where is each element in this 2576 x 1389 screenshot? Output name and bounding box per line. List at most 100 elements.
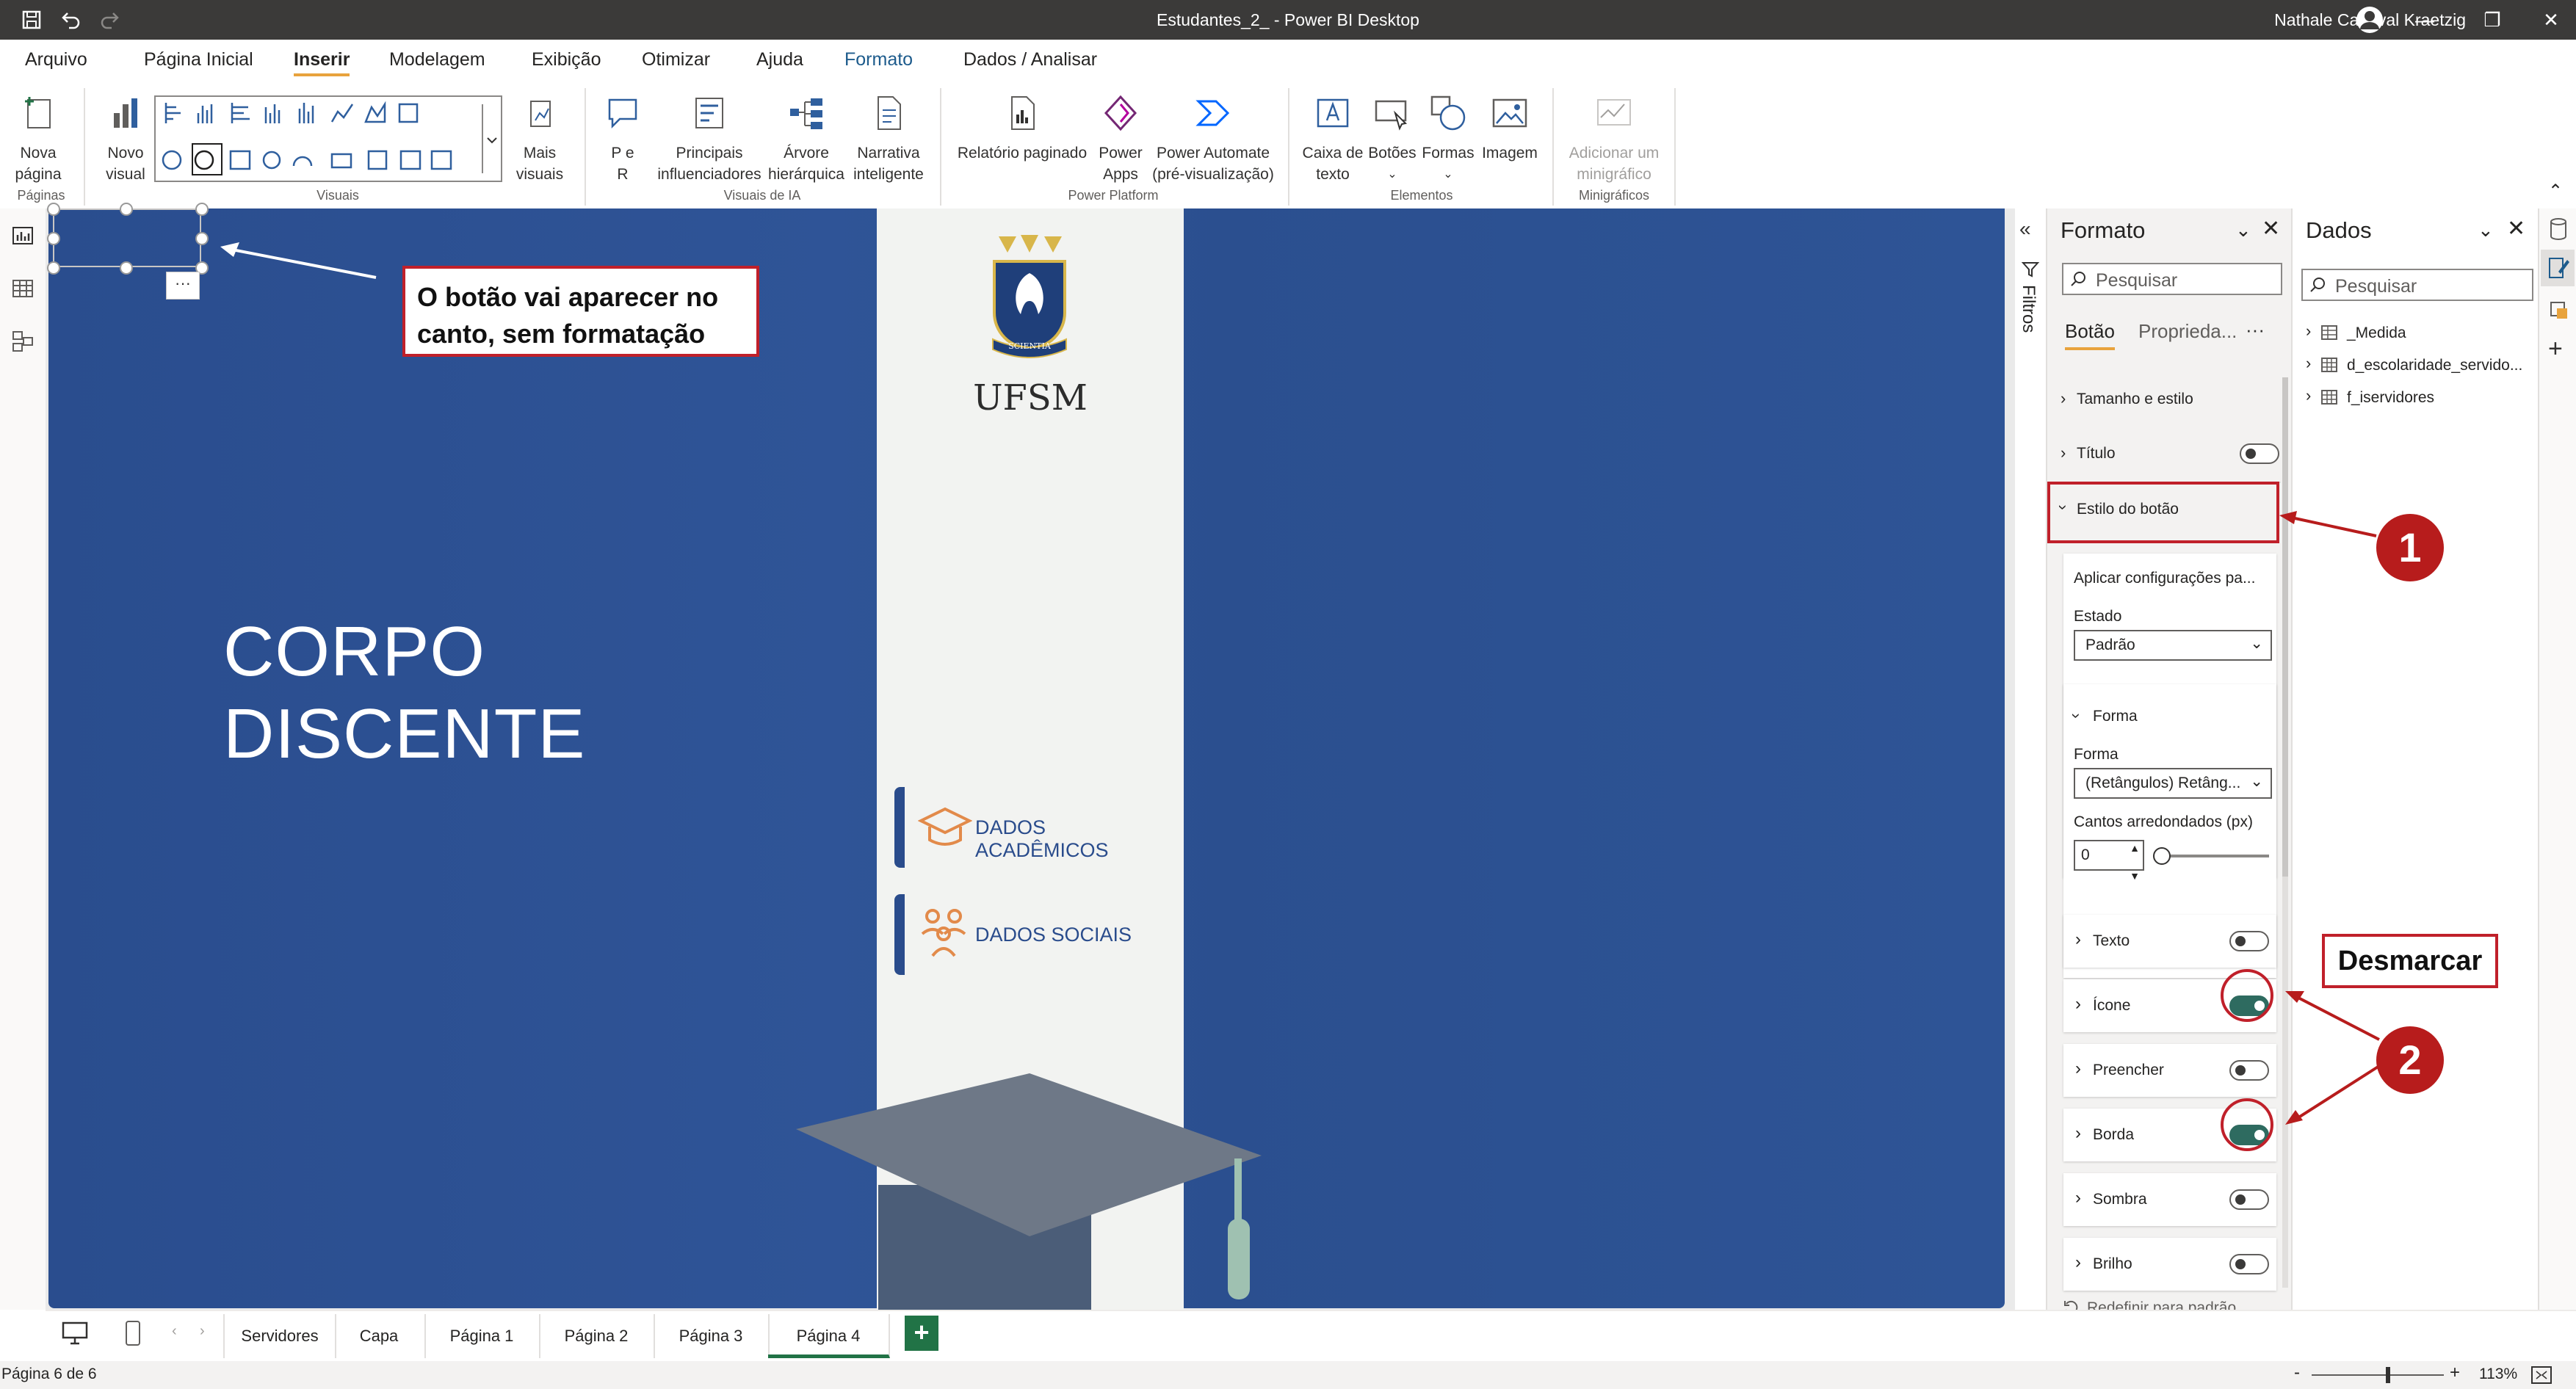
cantos-input[interactable]: 0 ▲ ▼ bbox=[2074, 840, 2144, 882]
spinner-icon[interactable]: ▲ ▼ bbox=[2130, 834, 2140, 890]
format-section[interactable]: › Texto bbox=[2063, 915, 2276, 968]
narrativa-inteligente-button[interactable]: Narrativa inteligente bbox=[846, 93, 931, 185]
format-section[interactable]: › Brilho bbox=[2063, 1238, 2276, 1291]
tab-exibicao[interactable]: Exibição bbox=[532, 40, 601, 78]
adicionar-minigrafico-button[interactable]: Adicionar um minigráfico bbox=[1563, 93, 1665, 185]
add-pane-icon[interactable]: + bbox=[2548, 335, 2563, 363]
data-item-medida[interactable]: › _Medida bbox=[2301, 320, 2536, 347]
resize-handle[interactable] bbox=[47, 261, 60, 275]
restore-button[interactable]: ❐ bbox=[2470, 0, 2514, 40]
section-toggle[interactable] bbox=[2229, 1254, 2269, 1274]
tab-ajuda[interactable]: Ajuda bbox=[756, 40, 803, 78]
power-apps-button[interactable]: Power Apps bbox=[1091, 93, 1150, 185]
novo-visual-button[interactable]: Novo visual bbox=[93, 93, 159, 185]
mais-visuais-button[interactable]: Mais visuais bbox=[514, 93, 565, 185]
zoom-slider[interactable] bbox=[2312, 1374, 2444, 1376]
section-toggle[interactable] bbox=[2229, 931, 2269, 951]
table-view-icon[interactable] bbox=[10, 276, 35, 301]
resize-handle[interactable] bbox=[47, 203, 60, 216]
cantos-slider[interactable] bbox=[2156, 855, 2269, 857]
chevron-right-icon: › bbox=[2306, 386, 2312, 405]
tab-arquivo[interactable]: Arquivo bbox=[25, 40, 87, 78]
format-visual-icon[interactable] bbox=[2547, 254, 2570, 280]
resize-handle[interactable] bbox=[195, 203, 209, 216]
arvore-hierarquica-button[interactable]: Árvore hierárquica bbox=[764, 93, 849, 185]
tab-formato[interactable]: Formato bbox=[844, 40, 913, 78]
section-toggle[interactable] bbox=[2229, 1060, 2269, 1081]
desktop-layout-icon[interactable] bbox=[60, 1320, 90, 1346]
resize-handle[interactable] bbox=[195, 232, 209, 245]
data-item-escolaridade[interactable]: › d_escolaridade_servido... bbox=[2301, 352, 2536, 379]
tab-propriedades[interactable]: Proprieda... bbox=[2138, 320, 2237, 343]
imagem-button[interactable]: Imagem bbox=[1475, 93, 1545, 164]
visuals-gallery[interactable] bbox=[154, 95, 502, 182]
page-tab[interactable]: Página 2 bbox=[539, 1314, 655, 1358]
page-tab[interactable]: Capa bbox=[333, 1314, 426, 1358]
data-search-input[interactable]: Pesquisar bbox=[2301, 269, 2533, 301]
forma-select[interactable]: (Retângulos) Retâng... ⌄ bbox=[2074, 768, 2272, 799]
data-icon[interactable] bbox=[2548, 217, 2569, 241]
estado-select[interactable]: Padrão ⌄ bbox=[2074, 630, 2272, 661]
fit-to-page-icon[interactable] bbox=[2530, 1366, 2553, 1385]
tab-pagina-inicial[interactable]: Página Inicial bbox=[144, 40, 253, 78]
zoom-in-button[interactable]: + bbox=[2450, 1363, 2460, 1383]
tab-inserir[interactable]: Inserir bbox=[294, 40, 350, 78]
mobile-layout-icon[interactable] bbox=[123, 1319, 142, 1348]
add-page-button[interactable]: + bbox=[905, 1316, 938, 1351]
tab-modelagem[interactable]: Modelagem bbox=[389, 40, 485, 78]
nav-button-dados-sociais[interactable]: DADOS SOCIAIS bbox=[894, 894, 1175, 975]
visual-types-icons[interactable] bbox=[156, 97, 501, 181]
formas-button[interactable]: Formas ⌄ bbox=[1419, 93, 1477, 185]
page-tab[interactable]: Página 1 bbox=[424, 1314, 540, 1358]
collapse-ribbon-icon[interactable]: ⌃ bbox=[2548, 181, 2563, 202]
model-view-icon[interactable] bbox=[10, 329, 35, 354]
zoom-slider-thumb[interactable] bbox=[2385, 1367, 2390, 1383]
close-icon[interactable]: ✕ bbox=[2262, 216, 2280, 242]
principais-influenciadores-button[interactable]: Principais influenciadores bbox=[651, 93, 768, 185]
close-window-button[interactable]: ✕ bbox=[2529, 0, 2573, 40]
tab-botao[interactable]: Botão bbox=[2065, 320, 2115, 350]
minimize-button[interactable]: — bbox=[2403, 0, 2447, 40]
new-blank-button[interactable] bbox=[53, 208, 201, 267]
avatar[interactable] bbox=[2354, 4, 2385, 35]
format-section[interactable]: › Preencher bbox=[2063, 1044, 2276, 1097]
data-pane: Dados ⌄ ✕ Pesquisar › _Medida › d_escola… bbox=[2291, 208, 2539, 1324]
scroll-left-icon[interactable]: ‹ bbox=[172, 1323, 177, 1340]
chevron-down-icon[interactable]: ⌄ bbox=[2478, 219, 2494, 242]
page-tab-active[interactable]: Página 4 bbox=[768, 1314, 890, 1358]
expand-filters-icon[interactable]: « bbox=[2019, 217, 2031, 241]
forma-header[interactable]: Forma bbox=[2093, 708, 2138, 725]
chevron-down-icon[interactable]: ⌄ bbox=[2235, 219, 2251, 242]
resize-handle[interactable] bbox=[120, 203, 133, 216]
slider-thumb[interactable] bbox=[2153, 847, 2171, 865]
power-automate-button[interactable]: Power Automate (pré-visualização) bbox=[1148, 93, 1278, 185]
tab-dados-analisar[interactable]: Dados / Analisar bbox=[963, 40, 1097, 78]
nav-button-dados-academicos[interactable]: DADOS ACADÊMICOS bbox=[894, 787, 1175, 868]
section-tamanho-estilo[interactable]: Tamanho e estilo bbox=[2077, 391, 2193, 408]
format-section[interactable]: › Sombra bbox=[2063, 1173, 2276, 1226]
format-search-input[interactable]: Pesquisar bbox=[2062, 263, 2282, 295]
tab-otimizar[interactable]: Otimizar bbox=[642, 40, 710, 78]
resize-handle[interactable] bbox=[120, 261, 133, 275]
page-tab[interactable]: Servidores bbox=[223, 1314, 336, 1358]
page-tab[interactable]: Página 3 bbox=[654, 1314, 770, 1358]
section-titulo[interactable]: Título bbox=[2077, 445, 2116, 463]
data-item-servidores[interactable]: › f_iservidores bbox=[2301, 385, 2536, 411]
nova-pagina-button[interactable]: Nova página bbox=[4, 93, 72, 185]
relatorio-paginado-button[interactable]: Relatório paginado bbox=[949, 93, 1096, 164]
more-options-button[interactable]: ··· bbox=[166, 272, 200, 300]
filters-pane-collapsed[interactable]: « Filtros bbox=[2015, 208, 2046, 1310]
report-view-icon[interactable] bbox=[10, 223, 35, 248]
scroll-right-icon[interactable]: › bbox=[200, 1323, 205, 1340]
section-toggle[interactable] bbox=[2229, 1189, 2269, 1210]
scrollbar-thumb[interactable] bbox=[2282, 377, 2288, 877]
caixa-texto-button[interactable]: Caixa de texto bbox=[1298, 93, 1367, 185]
titulo-toggle[interactable] bbox=[2240, 443, 2279, 464]
pe-r-button[interactable]: P e R bbox=[593, 93, 652, 185]
visualizations-icon[interactable] bbox=[2548, 300, 2570, 322]
zoom-out-button[interactable]: - bbox=[2294, 1363, 2300, 1383]
botoes-button[interactable]: Botões ⌄ bbox=[1364, 93, 1420, 185]
resize-handle[interactable] bbox=[47, 232, 60, 245]
more-tabs-icon[interactable]: ··· bbox=[2246, 319, 2265, 341]
close-icon[interactable]: ✕ bbox=[2507, 216, 2525, 242]
